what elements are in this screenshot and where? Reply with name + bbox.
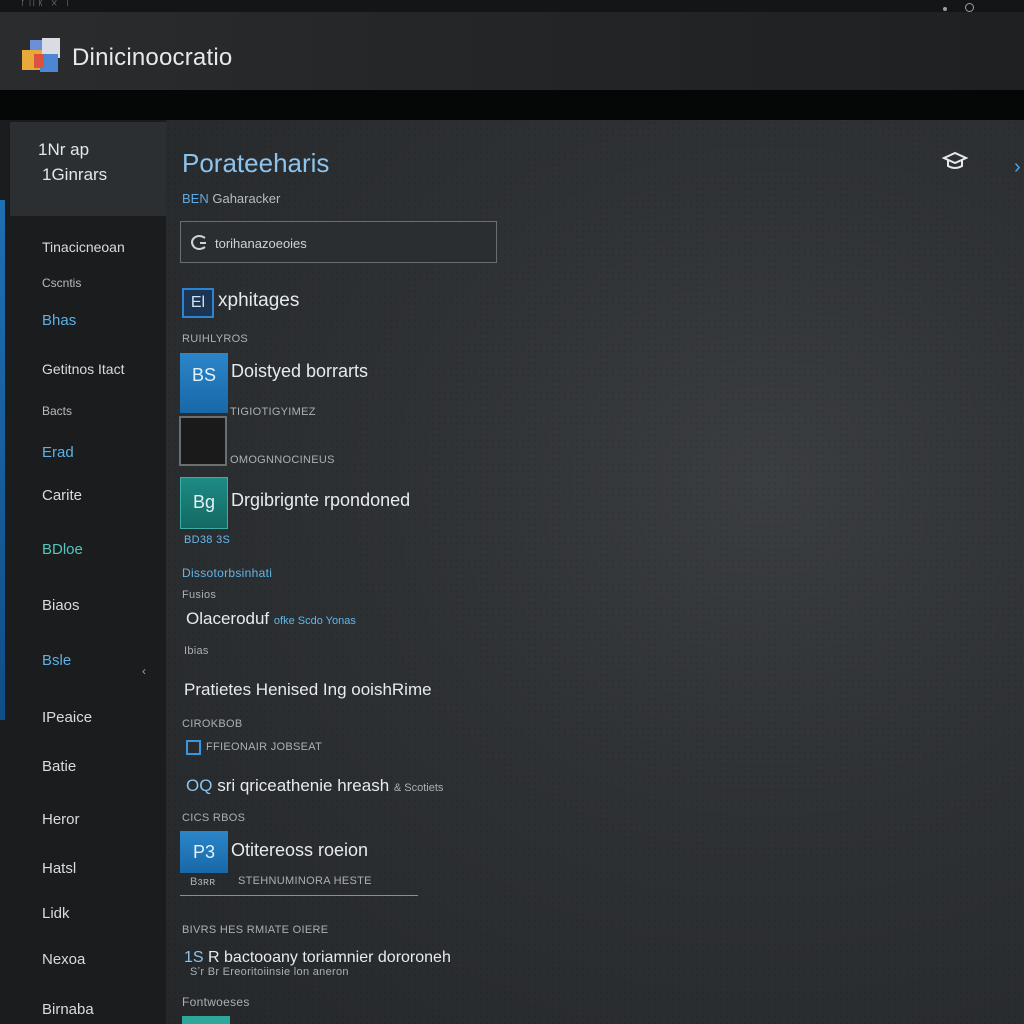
row-1-title[interactable]: Doistyed borrarts [231,361,368,382]
toolbar-divider [0,90,1024,120]
sidebar-item-8[interactable]: BDloe [42,541,83,558]
sidebar-item-16[interactable]: Nexoa [42,951,85,968]
meta-label-9: STEHNUMINORA HESTE [238,875,372,887]
meta-label-3: OMOGNNOCINEUS [230,454,335,466]
sidebar-item-17[interactable]: Birnaba [42,1001,94,1018]
sidebar-item-10[interactable]: Bsle [42,652,71,669]
row-5-title[interactable]: Otitereoss roeion [231,840,368,861]
subtitle-text: Gaharacker [212,191,281,206]
meta-label-5: Fusios [182,589,217,601]
sidebar-item-11[interactable]: IPeaice [42,709,92,726]
title-bar: Dinicinoocratio [0,12,1024,90]
sidebar-item-5[interactable]: Bacts [42,404,72,418]
row-3-title-text: Olaceroduf [186,609,270,628]
meta-label-10: BIVRS HES RMIATE OIERE [182,924,329,936]
footer-label: Fontwoeses [182,995,250,1009]
sidebar-item-3[interactable]: Bhas [42,312,76,329]
page-subtitle: BEN Gaharacker [182,191,280,206]
meta-label-1: RUIHLYROS [182,333,249,345]
sidebar-item-9[interactable]: Biaos [42,597,80,614]
sidebar-item-4[interactable]: Getitnos Itact [42,361,124,377]
row-4-suffix: & Scotiets [393,782,444,794]
row-3-title[interactable]: Olaceroduf ofke Scdo Yonas [186,609,356,629]
sidebar-header-line2: 1Ginrars [42,165,108,184]
row-5-tile[interactable]: P3 [180,831,228,873]
sidebar-item-7[interactable]: Carite [42,487,82,504]
sidebar-item-13[interactable]: Heror [42,811,80,828]
top-strip-text: ᚠᛖᚱ ᛟ ᛁ [20,0,74,8]
status-dot-icon [943,7,947,11]
sidebar-item-1[interactable]: Tinacicneoan [42,239,125,255]
row-3-suffix: ofke Scdo Yonas [273,615,356,627]
sidebar-accent-bar [0,200,5,720]
chevron-right-icon[interactable]: › [1014,156,1021,179]
progress-indicator [182,1016,230,1024]
sidebar-item-15[interactable]: Lidk [42,905,70,922]
row-2-title[interactable]: Drgibrignte rpondoned [231,490,410,511]
thumbnail-icon[interactable] [179,416,227,466]
section-badge: El [182,288,214,318]
sidebar-item-12[interactable]: Batie [42,758,76,775]
sidebar-item-6[interactable]: Erad [42,444,74,461]
app-logo-icon [22,38,60,72]
sidebar-header[interactable]: 1Nr ap 1Ginrars [10,122,166,216]
expand-chevron-icon[interactable]: ‹ [142,664,146,678]
row-4-title-text: sri qriceathenie hreash [217,776,390,795]
sidebar-header-line1: 1Nr ap [38,140,90,159]
section-title: xphitages [218,290,300,311]
meta-label-6: Ibias [184,645,209,657]
row-1-tile[interactable]: BS [180,353,228,413]
app-title: Dinicinoocratio [72,44,233,71]
meta-label-7: CIROKBOB [182,718,243,730]
row-6-title[interactable]: 1S R bactooany toriamnier dororoneh [184,949,451,967]
sidebar: 1Nr ap 1Ginrars Tinacicneoan Cscntis Bha… [0,120,166,1024]
row-2-tile[interactable]: Bg [180,477,228,529]
page-title: Porateeharis [182,148,330,178]
row-5-sub: Bɜʀʀ [190,876,216,888]
top-strip: ᚠᛖᚱ ᛟ ᛁ [0,0,1024,12]
row-6-title-text: R bactooany toriamnier dororoneh [208,949,451,966]
row-4-title[interactable]: OQ sri qriceathenie hreash & Scotiets [186,776,443,796]
meta-label-2: TIGIOTIGYIMEZ [230,406,316,418]
graduation-hat-icon[interactable] [942,150,968,172]
record-ring-icon[interactable] [965,3,974,12]
search-box[interactable] [180,221,497,263]
main-panel: Porateeharis › BEN Gaharacker El xphitag… [166,120,1024,1024]
checkbox-icon[interactable] [186,740,201,755]
row-4-prefix: OQ [186,776,213,795]
row-6-prefix: 1S [184,949,204,966]
heading-2: Pratietes Henised Ing ooishRime [184,680,432,699]
meta-label-4: BD38 3S [184,534,231,546]
sidebar-item-14[interactable]: Hatsl [42,860,76,877]
sidebar-item-2[interactable]: Cscntis [42,276,81,290]
search-icon [191,235,206,250]
search-input[interactable] [215,232,485,254]
row-6-sub: Sʼr Br Ereoritoiinsie lon aneron [190,966,349,978]
link-1[interactable]: Dissotorbsinhati [182,566,272,580]
meta-label-8: CICS RBOS [182,812,246,824]
subtitle-prefix: BEN [182,191,209,206]
divider-line [180,895,418,896]
checkbox-label: FFIEONAIR JOBSEAT [206,741,323,753]
